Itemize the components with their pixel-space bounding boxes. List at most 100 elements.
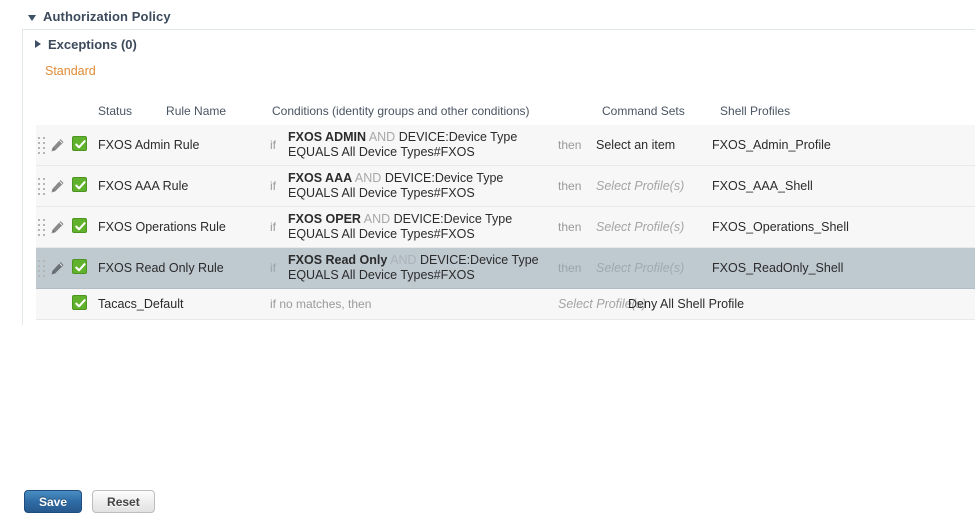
rule-name: FXOS Admin Rule — [98, 138, 200, 152]
page-title: Authorization Policy — [43, 9, 171, 24]
table-row-default[interactable]: Tacacs_Default if no matches, then Select … — [36, 288, 975, 320]
table-row[interactable]: FXOS Read Only Rule if FXOS Read Only AND … — [36, 247, 975, 289]
if-keyword: if — [270, 220, 276, 234]
if-keyword: if — [270, 179, 276, 193]
condition-attribute: DEVICE:Device Type — [398, 130, 518, 144]
row-conditions-cell[interactable]: FXOS Read Only AND DEVICE:Device Type EQU… — [288, 247, 559, 289]
row-edit-cell[interactable] — [50, 165, 72, 207]
default-if-cell: if no matches, then — [270, 288, 559, 320]
condition-line-1: FXOS ADMIN AND DEVICE:Device Type — [288, 130, 558, 145]
exceptions-label: Exceptions (0) — [48, 36, 137, 52]
standard-section-link[interactable]: Standard — [45, 64, 96, 80]
header-conditions-label: Conditions (identity groups and other co… — [272, 104, 530, 118]
shell-profile-value: FXOS_Admin_Profile — [712, 138, 831, 152]
row-drag-cell[interactable] — [36, 165, 50, 207]
row-conditions-cell[interactable]: FXOS OPER AND DEVICE:Device Type EQUALS A… — [288, 206, 559, 248]
condition-identity-group: FXOS ADMIN — [288, 130, 367, 144]
then-keyword: then — [558, 138, 582, 152]
table-row[interactable]: FXOS AAA Rule if FXOS AAA AND DEVICE:Devic… — [36, 165, 975, 207]
row-command-sets-cell[interactable]: Select Profile(s) — [596, 165, 713, 207]
green-check-icon[interactable] — [72, 295, 87, 310]
row-edit-cell[interactable] — [50, 206, 72, 248]
row-status-cell[interactable] — [72, 165, 98, 207]
condition-attribute: DEVICE:Device Type — [393, 212, 513, 226]
row-then-cell: then — [558, 124, 597, 166]
condition-line-2: EQUALS All Device Types#FXOS — [288, 268, 475, 282]
default-edit-cell — [50, 288, 72, 320]
form-action-bar: Save Reset — [24, 490, 155, 513]
header-status-label: Status — [98, 104, 133, 118]
row-drag-cell[interactable] — [36, 247, 50, 289]
save-button[interactable]: Save — [24, 490, 83, 513]
row-command-sets-cell[interactable]: Select Profile(s) — [596, 206, 713, 248]
row-if-cell: if — [270, 206, 288, 248]
row-conditions-cell[interactable]: FXOS ADMIN AND DEVICE:Device Type EQUALS … — [288, 124, 559, 166]
row-if-cell: if — [270, 124, 288, 166]
pencil-icon[interactable] — [50, 179, 65, 194]
pencil-icon[interactable] — [50, 220, 65, 235]
triangle-right-icon[interactable] — [35, 40, 41, 48]
table-row[interactable]: FXOS Admin Rule if FXOS ADMIN AND DEVICE:D… — [36, 124, 975, 166]
row-then-cell: then — [558, 247, 597, 289]
default-status-cell[interactable] — [72, 288, 98, 320]
row-then-cell: then — [558, 165, 597, 207]
command-sets-value: Select Profile(s) — [596, 261, 685, 275]
authorization-policy-table: Status Rule Name Conditions (identity gro… — [36, 100, 975, 320]
table-body: FXOS Admin Rule if FXOS ADMIN AND DEVICE:D… — [36, 124, 975, 320]
row-status-cell[interactable] — [72, 247, 98, 289]
condition-attribute: DEVICE:Device Type — [384, 171, 504, 185]
green-check-icon[interactable] — [72, 259, 87, 274]
row-drag-cell[interactable] — [36, 124, 50, 166]
row-status-cell[interactable] — [72, 206, 98, 248]
shell-profile-value: FXOS_ReadOnly_Shell — [712, 261, 844, 275]
row-conditions-cell[interactable]: FXOS AAA AND DEVICE:Device Type EQUALS Al… — [288, 165, 559, 207]
row-if-cell: if — [270, 165, 288, 207]
row-shell-profile-cell[interactable]: FXOS_AAA_Shell — [712, 165, 975, 207]
table-header-row: Status Rule Name Conditions (identity gro… — [36, 100, 975, 125]
table-row[interactable]: FXOS Operations Rule if FXOS OPER AND DEVI… — [36, 206, 975, 248]
green-check-icon[interactable] — [72, 218, 87, 233]
condition-line-1: FXOS Read Only AND DEVICE:Device Type — [288, 253, 558, 268]
pencil-icon[interactable] — [50, 138, 65, 153]
condition-line-2: EQUALS All Device Types#FXOS — [288, 227, 475, 241]
condition-attribute: DEVICE:Device Type — [420, 253, 539, 267]
row-status-cell[interactable] — [72, 124, 98, 166]
if-no-matches-keyword: if no matches, then — [270, 297, 372, 311]
drag-handle-icon[interactable] — [38, 136, 45, 154]
row-command-sets-cell[interactable]: Select an item — [596, 124, 713, 166]
row-shell-profile-cell[interactable]: FXOS_ReadOnly_Shell — [712, 247, 975, 289]
default-shell-profile-cell[interactable]: Deny All Shell Profile — [628, 288, 975, 320]
condition-line-1: FXOS AAA AND DEVICE:Device Type — [288, 171, 558, 186]
condition-and-operator: AND — [354, 171, 382, 185]
condition-line-2: EQUALS All Device Types#FXOS — [288, 186, 475, 200]
triangle-down-icon[interactable] — [28, 14, 36, 21]
row-name-cell: FXOS Operations Rule — [98, 206, 270, 248]
drag-handle-icon[interactable] — [38, 218, 45, 236]
row-drag-cell[interactable] — [36, 206, 50, 248]
condition-identity-group: FXOS AAA — [288, 171, 353, 185]
reset-button[interactable]: Reset — [92, 490, 155, 513]
default-name-cell: Tacacs_Default — [98, 288, 270, 320]
condition-identity-group: FXOS OPER — [288, 212, 361, 226]
if-keyword: if — [270, 261, 276, 275]
condition-identity-group: FXOS Read Only — [288, 253, 388, 267]
command-sets-value: Select Profile(s) — [596, 179, 685, 193]
row-shell-profile-cell[interactable]: FXOS_Admin_Profile — [712, 124, 975, 166]
panel-header-inner[interactable]: Authorization Policy — [22, 4, 975, 29]
green-check-icon[interactable] — [72, 136, 87, 151]
green-check-icon[interactable] — [72, 177, 87, 192]
row-shell-profile-cell[interactable]: FXOS_Operations_Shell — [712, 206, 975, 248]
row-name-cell: FXOS AAA Rule — [98, 165, 270, 207]
then-keyword: then — [558, 220, 582, 234]
row-edit-cell[interactable] — [50, 124, 72, 166]
pencil-icon[interactable] — [50, 261, 65, 276]
rule-name: FXOS Read Only Rule — [98, 261, 224, 275]
row-edit-cell[interactable] — [50, 247, 72, 289]
standard-label: Standard — [45, 64, 96, 78]
drag-handle-icon[interactable] — [38, 177, 45, 195]
exceptions-section-toggle[interactable]: Exceptions (0) — [35, 35, 137, 53]
default-then-cell[interactable]: Select Profile(s) — [558, 288, 646, 320]
condition-and-operator: AND — [368, 130, 396, 144]
row-command-sets-cell[interactable]: Select Profile(s) — [596, 247, 713, 289]
drag-handle-icon[interactable] — [38, 259, 45, 277]
